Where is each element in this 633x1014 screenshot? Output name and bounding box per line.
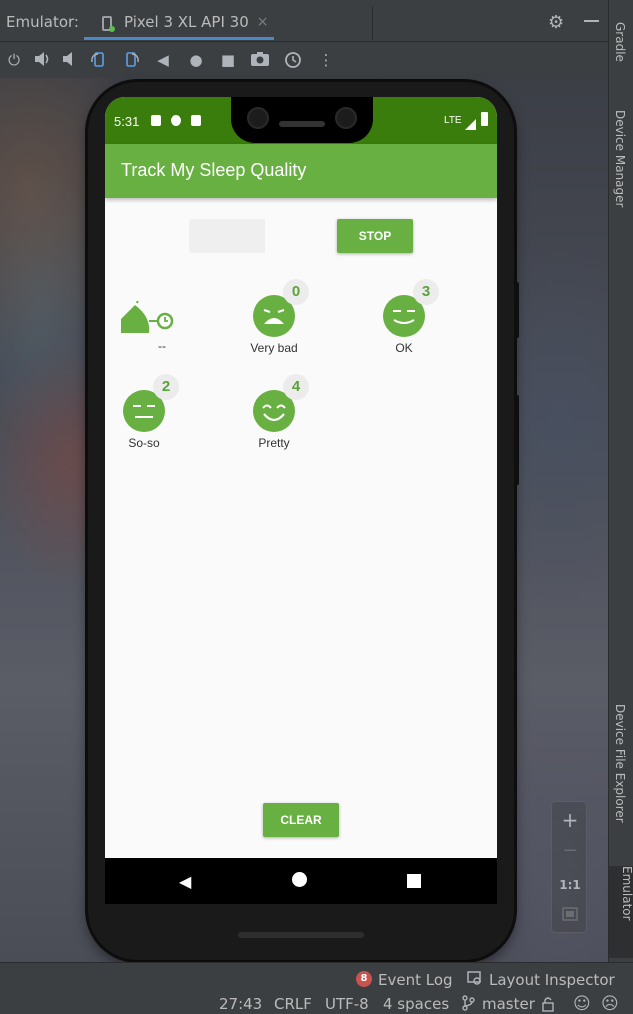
front-camera-right — [335, 107, 357, 129]
home-icon[interactable]: ● — [186, 50, 206, 70]
front-camera-left — [247, 107, 269, 129]
layout-inspector-button[interactable]: Layout Inspector — [489, 971, 615, 989]
cursor-position[interactable]: 27:43 — [219, 995, 262, 1013]
volume-up-icon[interactable] — [32, 50, 52, 70]
quality-badge: 3 — [413, 279, 439, 305]
signal-icon — [465, 115, 476, 134]
sleep-active-icon — [121, 301, 174, 333]
nav-home-icon[interactable] — [292, 872, 307, 887]
emulator-tab-bar: Emulator: Pixel 3 XL API 30 × ⚙ — [0, 0, 608, 42]
network-type: LTE — [444, 115, 462, 126]
gear-icon[interactable]: ⚙ — [548, 12, 564, 33]
battery-icon — [481, 112, 488, 126]
volume-down-icon[interactable] — [59, 50, 79, 70]
start-button[interactable] — [189, 219, 265, 253]
zoom-fit-icon[interactable] — [552, 906, 588, 926]
tab-divider — [372, 6, 373, 40]
line-separator[interactable]: CRLF — [274, 995, 312, 1013]
quality-badge: 0 — [283, 279, 309, 305]
file-encoding[interactable]: UTF-8 — [325, 995, 369, 1013]
notification-data-icon — [171, 115, 181, 126]
android-nav-bar: ◀ — [105, 858, 497, 904]
sleep-night-item[interactable]: 3 OK — [345, 279, 455, 385]
night-quality-label: So-so — [128, 436, 160, 450]
tab-device-file-explorer-label: Device File Explorer — [613, 704, 627, 823]
event-count-badge: 8 — [356, 971, 372, 987]
device-tab-label: Pixel 3 XL API 30 — [124, 12, 249, 31]
tab-gradle[interactable]: Gradle — [613, 22, 627, 62]
camera-notch — [231, 97, 373, 143]
tab-gradle-label: Gradle — [613, 22, 627, 62]
lock-icon[interactable] — [541, 996, 555, 1014]
device-screen[interactable]: 5:31 LTE Track My Sleep Quality STOP -- — [105, 97, 497, 904]
nav-overview-icon[interactable] — [407, 874, 421, 888]
stop-button[interactable]: STOP — [337, 219, 413, 253]
status-time: 5:31 — [114, 114, 140, 129]
zoom-controls: + − 1:1 — [551, 801, 587, 933]
sleep-night-item[interactable]: 0 Very bad — [215, 279, 325, 385]
sleep-night-item[interactable]: 4 Pretty — [215, 374, 325, 480]
minimize-icon[interactable] — [584, 20, 599, 22]
app-title: Track My Sleep Quality — [121, 160, 307, 180]
tab-device-manager-label: Device Manager — [613, 110, 627, 208]
sleep-night-item[interactable]: 2 So-so — [105, 374, 195, 480]
git-branch[interactable]: master — [482, 995, 535, 1013]
sd-card-icon — [191, 115, 201, 126]
emulator-toolbar: ⏻ ◀ ● ■ ⋮ — [0, 42, 608, 78]
night-quality-label: -- — [158, 339, 166, 353]
indent-setting[interactable]: 4 spaces — [383, 995, 449, 1013]
phone-power-button — [514, 282, 519, 338]
emulator-label: Emulator: — [6, 13, 79, 31]
android-status-bar: 5:31 LTE — [105, 97, 497, 144]
quality-badge: 4 — [283, 374, 309, 400]
zoom-in-button[interactable]: + — [552, 808, 588, 832]
layout-inspector-icon[interactable] — [467, 971, 483, 991]
night-quality-label: Pretty — [258, 436, 290, 450]
earpiece-speaker — [279, 121, 325, 127]
overview-icon[interactable]: ■ — [218, 50, 238, 70]
zoom-actual-size-button[interactable]: 1:1 — [552, 878, 588, 892]
app-bar: Track My Sleep Quality — [105, 144, 497, 198]
right-tool-strip: Gradle Device Manager Device File Explor… — [608, 0, 633, 962]
online-dot-icon — [109, 26, 115, 32]
phone-volume-button — [514, 395, 519, 485]
notification-a-icon — [151, 115, 161, 126]
rotate-left-icon[interactable] — [89, 50, 109, 70]
power-icon[interactable]: ⏻ — [4, 50, 24, 70]
night-quality-label: OK — [395, 341, 413, 355]
git-branch-icon — [461, 995, 475, 1014]
tab-device-manager[interactable]: Device Manager — [613, 110, 627, 207]
back-icon[interactable]: ◀ — [153, 50, 173, 70]
clear-button[interactable]: CLEAR — [263, 803, 339, 837]
rotate-right-icon[interactable] — [121, 50, 141, 70]
device-tab[interactable]: Pixel 3 XL API 30 × — [84, 6, 274, 40]
more-icon[interactable]: ⋮ — [316, 50, 336, 70]
event-log-button[interactable]: Event Log — [378, 971, 453, 989]
camera-icon[interactable] — [250, 50, 270, 70]
happy-feedback-icon[interactable]: ☺ — [573, 994, 591, 1014]
night-quality-label: Very bad — [250, 341, 298, 355]
sad-feedback-icon[interactable]: ☹ — [601, 994, 619, 1014]
snapshot-icon[interactable] — [283, 50, 303, 70]
close-tab-icon[interactable]: × — [257, 14, 269, 30]
tab-device-file-explorer[interactable]: Device File Explorer — [613, 704, 627, 823]
quality-badge: 2 — [153, 374, 179, 400]
bottom-speaker — [238, 932, 364, 938]
tab-emulator[interactable]: Emulator — [609, 866, 633, 958]
tab-emulator-label: Emulator — [620, 866, 633, 921]
nav-back-icon[interactable]: ◀ — [179, 872, 191, 891]
zoom-out-button[interactable]: − — [552, 840, 588, 861]
ide-status-bar: 8 Event Log Layout Inspector 27:43 CRLF … — [0, 962, 633, 1014]
